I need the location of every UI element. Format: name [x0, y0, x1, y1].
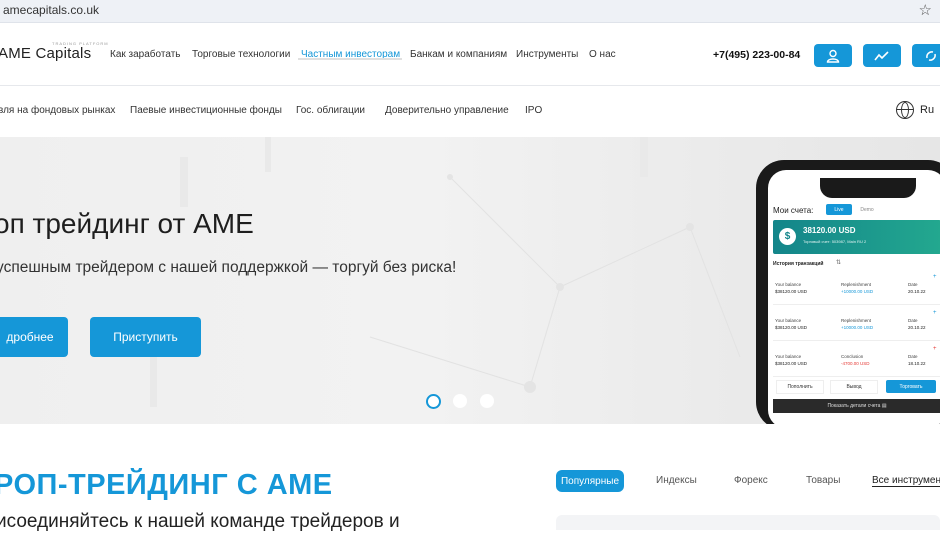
user-icon [826, 49, 840, 63]
tab-forex[interactable]: Форекс [734, 475, 768, 486]
app-row-label: Replenishment [841, 282, 872, 287]
app-transaction-row[interactable]: Your balance $38120.00 USD Conclusion -4700… [773, 346, 940, 377]
logo[interactable]: AME Capitals [0, 45, 91, 62]
app-row-label: Date [908, 318, 918, 323]
app-account-line: Торговый счет: 503987, Main RU 2 [803, 239, 867, 244]
subnav-trust-management[interactable]: Доверительно управление [385, 105, 509, 116]
tab-all-instruments[interactable]: Все инструменты [872, 475, 940, 487]
hero-banner: оп трейдинг от AME успешным трейдером с … [0, 137, 940, 424]
app-row-value: 18.10.22 [908, 361, 926, 366]
app-accounts-label: Мои счета: [773, 206, 814, 215]
app-details-bar[interactable]: Показать детали счета ▤ [773, 399, 940, 413]
subnav-ipo[interactable]: IPO [525, 105, 542, 116]
exchange-button[interactable] [912, 44, 940, 67]
app-transaction-row[interactable]: Your balance $38120.00 USD Replenishment +1… [773, 310, 940, 341]
subnav-mutual-funds[interactable]: Паевые инвестиционные фонды [130, 105, 282, 116]
app-row-label: Your balance [775, 282, 802, 287]
expand-icon[interactable]: + [933, 346, 937, 352]
tab-indices[interactable]: Индексы [656, 475, 697, 486]
carousel-dot-3[interactable] [480, 394, 494, 408]
app-live-tab[interactable]: Live [826, 204, 852, 215]
app-row-label: Your balance [775, 354, 802, 359]
sort-icon[interactable]: ⇅ [836, 259, 841, 266]
app-row-value: $38120.00 USD [775, 325, 808, 330]
nav-trading-tech[interactable]: Торговые технологии [192, 49, 290, 60]
nav-about[interactable]: О нас [589, 49, 616, 60]
sub-navigation: вля на фондовых рынках Паевые инвестицио… [0, 86, 940, 136]
globe-icon[interactable] [896, 101, 914, 119]
app-row-value: $38120.00 USD [775, 289, 808, 294]
subnav-gov-bonds[interactable]: Гос. облигации [296, 105, 365, 116]
app-row-value: 20.10.22 [908, 325, 926, 330]
nav-instruments[interactable]: Инструменты [516, 49, 578, 60]
swap-icon [926, 50, 936, 61]
app-row-value: +10000.00 USD [841, 289, 874, 294]
app-row-label: Replenishment [841, 318, 872, 323]
app-balance-card: $ 38120.00 USD Торговый счет: 503987, Ma… [773, 220, 940, 254]
nav-how-to-earn[interactable]: Как заработать [110, 49, 180, 60]
subnav-stock-trading[interactable]: вля на фондовых рынках [0, 105, 115, 116]
section-title: РОП-ТРЕЙДИНГ С AME [0, 469, 333, 501]
app-withdraw-button[interactable]: Вывод [830, 380, 878, 394]
app-history-title: История транзакций [773, 261, 824, 267]
tab-popular[interactable]: Популярные [556, 470, 624, 492]
app-demo-tab[interactable]: Demo [854, 204, 880, 215]
app-details-text: Показать детали счета [827, 403, 881, 409]
hero-subtitle: успешным трейдером с нашей поддержкой — … [0, 259, 457, 276]
app-row-value: $38120.00 USD [775, 361, 808, 366]
app-row-label: Conclusion [841, 354, 864, 359]
start-button[interactable]: Приступить [90, 317, 201, 357]
carousel-dot-2[interactable] [453, 394, 467, 408]
url-text[interactable]: amecapitals.co.uk [3, 3, 99, 17]
app-row-value: 20.10.22 [908, 289, 926, 294]
details-icon: ▤ [881, 403, 887, 409]
nav-banks-companies[interactable]: Банкам и компаниям [410, 49, 507, 60]
phone-mockup: Мои счета: Live Demo $ 38120.00 USD Торг… [756, 160, 940, 424]
language-selector[interactable]: Ru [920, 104, 934, 116]
hero-title: оп трейдинг от AME [0, 208, 254, 239]
phone-number[interactable]: +7(495) 223-00-84 [713, 49, 800, 61]
site-header: AME Capitals TRADING PLATFORM Как зарабо… [0, 23, 940, 86]
app-screen: Мои счета: Live Demo $ 38120.00 USD Торг… [768, 170, 940, 424]
carousel-dot-1[interactable] [426, 394, 441, 409]
app-row-label: Date [908, 354, 918, 359]
logo-subtitle: TRADING PLATFORM [52, 41, 109, 46]
app-row-label: Date [908, 282, 918, 287]
phone-notch [820, 178, 916, 198]
dollar-icon: $ [779, 228, 796, 245]
app-row-value: +10000.00 USD [841, 325, 874, 330]
more-details-button[interactable]: дробнее [0, 317, 68, 357]
trading-button[interactable] [863, 44, 901, 67]
app-row-value: -4700.00 USD [841, 361, 870, 366]
nav-active-underline [298, 58, 402, 60]
instruments-table-header [556, 515, 940, 530]
app-deposit-button[interactable]: Пополнить [776, 380, 824, 394]
app-row-label: Your balance [775, 318, 802, 323]
app-trade-button[interactable]: Торговать [886, 380, 936, 393]
tab-commodities[interactable]: Товары [806, 475, 840, 486]
chart-line-icon [874, 50, 889, 60]
app-transaction-row[interactable]: Your balance $38120.00 USD Replenishment +1… [773, 274, 940, 305]
expand-icon[interactable]: + [933, 274, 937, 280]
expand-icon[interactable]: + [933, 310, 937, 316]
account-button[interactable] [814, 44, 852, 67]
browser-address-bar[interactable]: amecapitals.co.uk ☆ [0, 0, 940, 23]
bookmark-star-icon[interactable]: ☆ [919, 1, 932, 19]
app-balance: 38120.00 USD [803, 226, 856, 235]
